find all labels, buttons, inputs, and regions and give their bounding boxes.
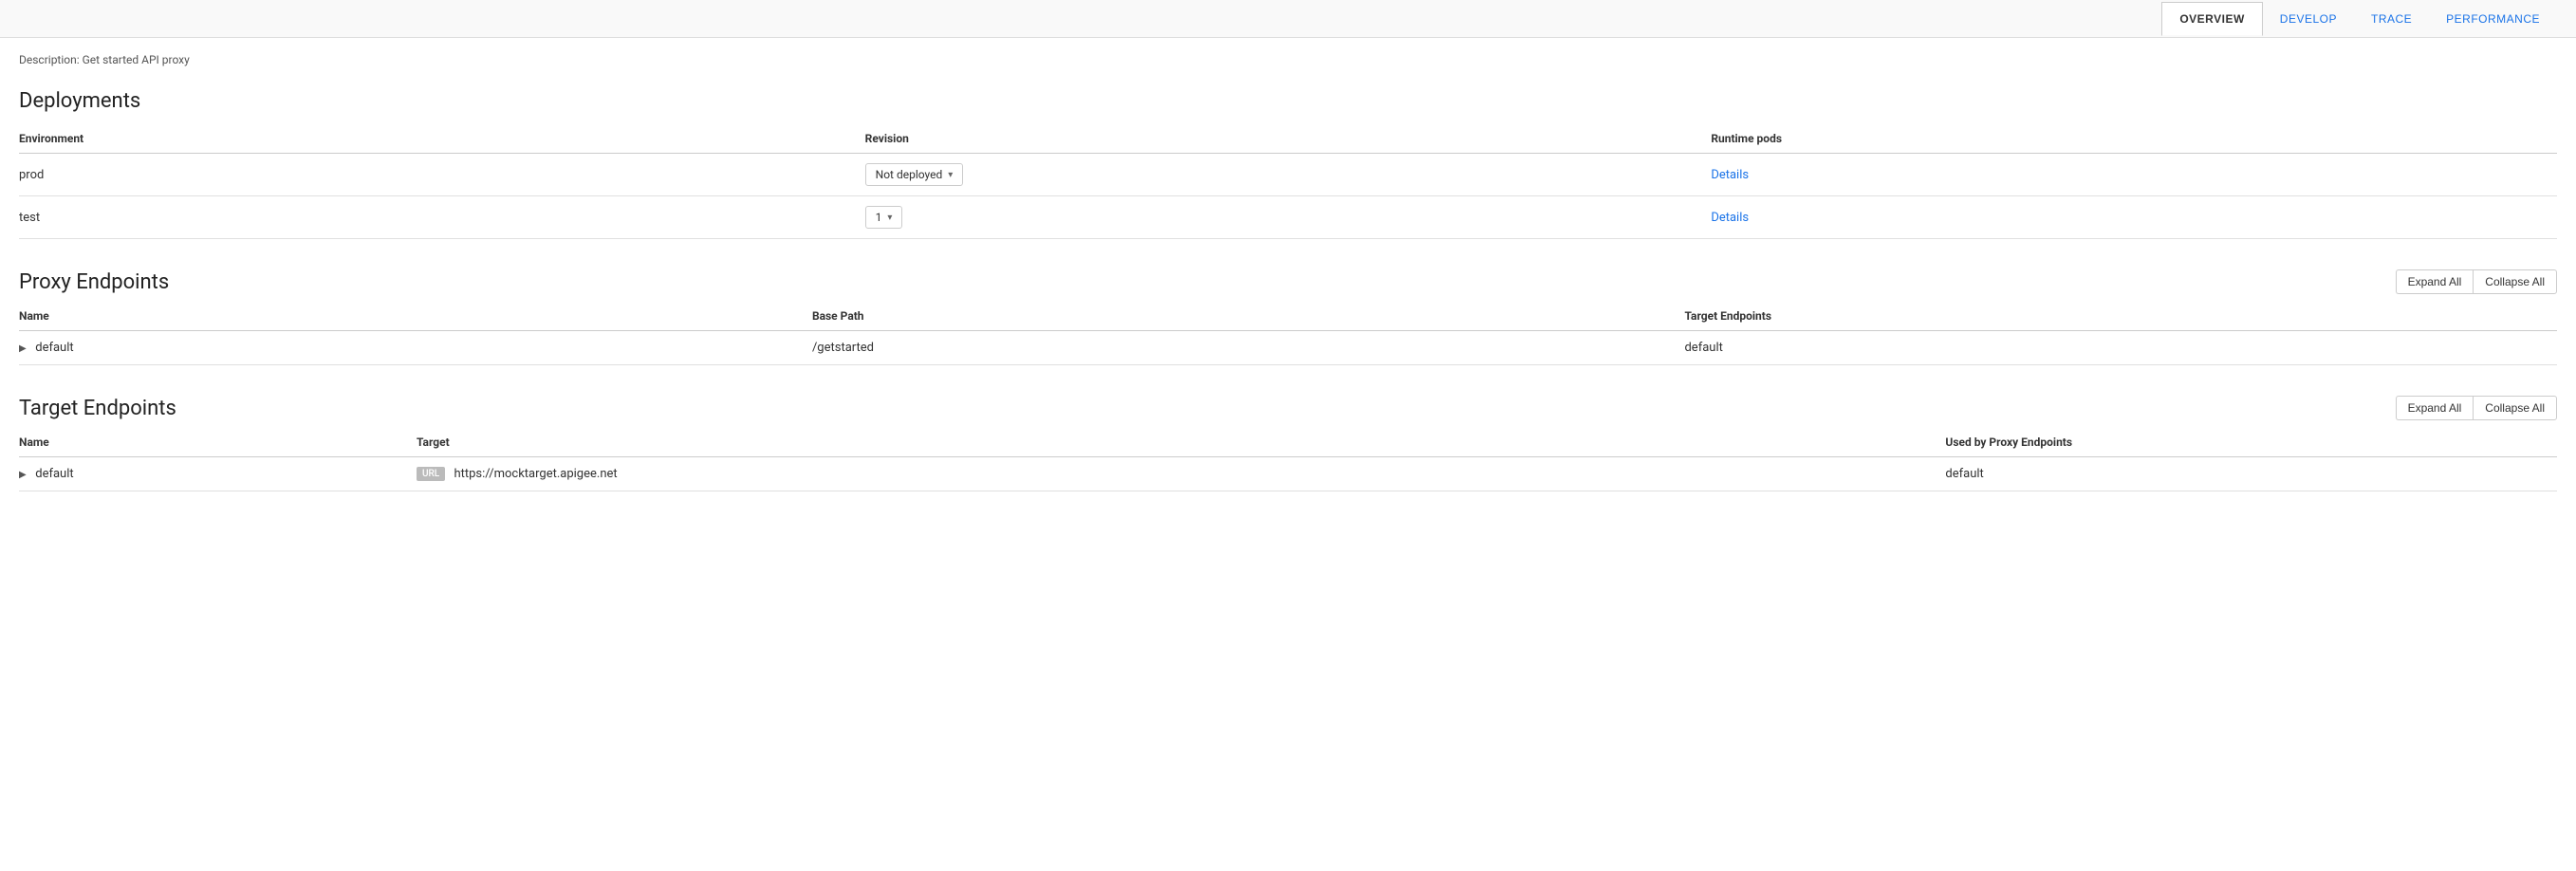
revision-prod-cell: Not deployed ▾ bbox=[865, 154, 1712, 196]
target-expand-all-button[interactable]: Expand All bbox=[2396, 396, 2474, 420]
nav-overview[interactable]: OVERVIEW bbox=[2161, 2, 2262, 36]
proxy-name-cell: ▶ default bbox=[19, 331, 812, 365]
deployments-title: Deployments bbox=[19, 89, 2557, 113]
proxy-collapse-all-button[interactable]: Collapse All bbox=[2473, 269, 2557, 294]
col-header-base-path: Base Path bbox=[812, 302, 1685, 331]
nav-performance[interactable]: PERFORMANCE bbox=[2429, 3, 2557, 35]
target-name-cell: ▶ default bbox=[19, 457, 417, 491]
runtime-pods-test: Details bbox=[1711, 196, 2557, 239]
col-header-target-target: Target bbox=[417, 428, 1945, 457]
col-header-target-name: Name bbox=[19, 428, 417, 457]
details-link-test[interactable]: Details bbox=[1711, 211, 1749, 225]
proxy-endpoints-section-header: Proxy Endpoints Expand All Collapse All bbox=[19, 269, 2557, 294]
revision-test-dropdown[interactable]: 1 ▾ bbox=[865, 206, 903, 229]
target-endpoints-title: Target Endpoints bbox=[19, 397, 176, 420]
proxy-name-value: default bbox=[35, 341, 73, 355]
col-header-target-endpoints: Target Endpoints bbox=[1684, 302, 2557, 331]
url-badge: URL bbox=[417, 467, 445, 481]
proxy-target-endpoints: default bbox=[1684, 331, 2557, 365]
top-nav: OVERVIEW DEVELOP TRACE PERFORMANCE bbox=[0, 0, 2576, 38]
revision-test-cell: 1 ▾ bbox=[865, 196, 1712, 239]
target-url-value: https://mocktarget.apigee.net bbox=[454, 467, 617, 481]
nav-trace[interactable]: TRACE bbox=[2354, 3, 2429, 35]
chevron-down-icon: ▾ bbox=[948, 170, 953, 180]
deployments-table: Environment Revision Runtime pods prod N… bbox=[19, 124, 2557, 239]
col-header-revision: Revision bbox=[865, 124, 1712, 154]
revision-prod-dropdown[interactable]: Not deployed ▾ bbox=[865, 163, 964, 186]
table-row: ▶ default /getstarted default bbox=[19, 331, 2557, 365]
description-text: Description: Get started API proxy bbox=[19, 53, 2557, 66]
table-row: ▶ default URL https://mocktarget.apigee.… bbox=[19, 457, 2557, 491]
col-header-proxy-name: Name bbox=[19, 302, 812, 331]
target-collapse-all-button[interactable]: Collapse All bbox=[2473, 396, 2557, 420]
proxy-endpoints-table: Name Base Path Target Endpoints ▶ defaul… bbox=[19, 302, 2557, 365]
expand-arrow-icon[interactable]: ▶ bbox=[19, 343, 28, 354]
target-value-cell: URL https://mocktarget.apigee.net bbox=[417, 457, 1945, 491]
env-prod: prod bbox=[19, 154, 865, 196]
revision-test-value: 1 bbox=[876, 211, 882, 224]
proxy-expand-all-button[interactable]: Expand All bbox=[2396, 269, 2474, 294]
nav-develop[interactable]: DEVELOP bbox=[2263, 3, 2354, 35]
col-header-environment: Environment bbox=[19, 124, 865, 154]
target-endpoints-table: Name Target Used by Proxy Endpoints ▶ de… bbox=[19, 428, 2557, 491]
proxy-endpoints-btn-group: Expand All Collapse All bbox=[2396, 269, 2557, 294]
target-endpoints-btn-group: Expand All Collapse All bbox=[2396, 396, 2557, 420]
target-endpoints-section-header: Target Endpoints Expand All Collapse All bbox=[19, 396, 2557, 420]
col-header-runtime-pods: Runtime pods bbox=[1711, 124, 2557, 154]
runtime-pods-prod: Details bbox=[1711, 154, 2557, 196]
expand-arrow-icon[interactable]: ▶ bbox=[19, 470, 28, 480]
chevron-down-icon: ▾ bbox=[887, 213, 892, 223]
target-name-value: default bbox=[35, 467, 73, 481]
details-link-prod[interactable]: Details bbox=[1711, 168, 1749, 182]
col-header-used-by: Used by Proxy Endpoints bbox=[1945, 428, 2557, 457]
main-content: Description: Get started API proxy Deplo… bbox=[0, 38, 2576, 541]
table-row: prod Not deployed ▾ Details bbox=[19, 154, 2557, 196]
proxy-base-path: /getstarted bbox=[812, 331, 1685, 365]
env-test: test bbox=[19, 196, 865, 239]
table-row: test 1 ▾ Details bbox=[19, 196, 2557, 239]
target-used-by: default bbox=[1945, 457, 2557, 491]
proxy-endpoints-title: Proxy Endpoints bbox=[19, 270, 169, 294]
revision-prod-value: Not deployed bbox=[876, 168, 943, 181]
